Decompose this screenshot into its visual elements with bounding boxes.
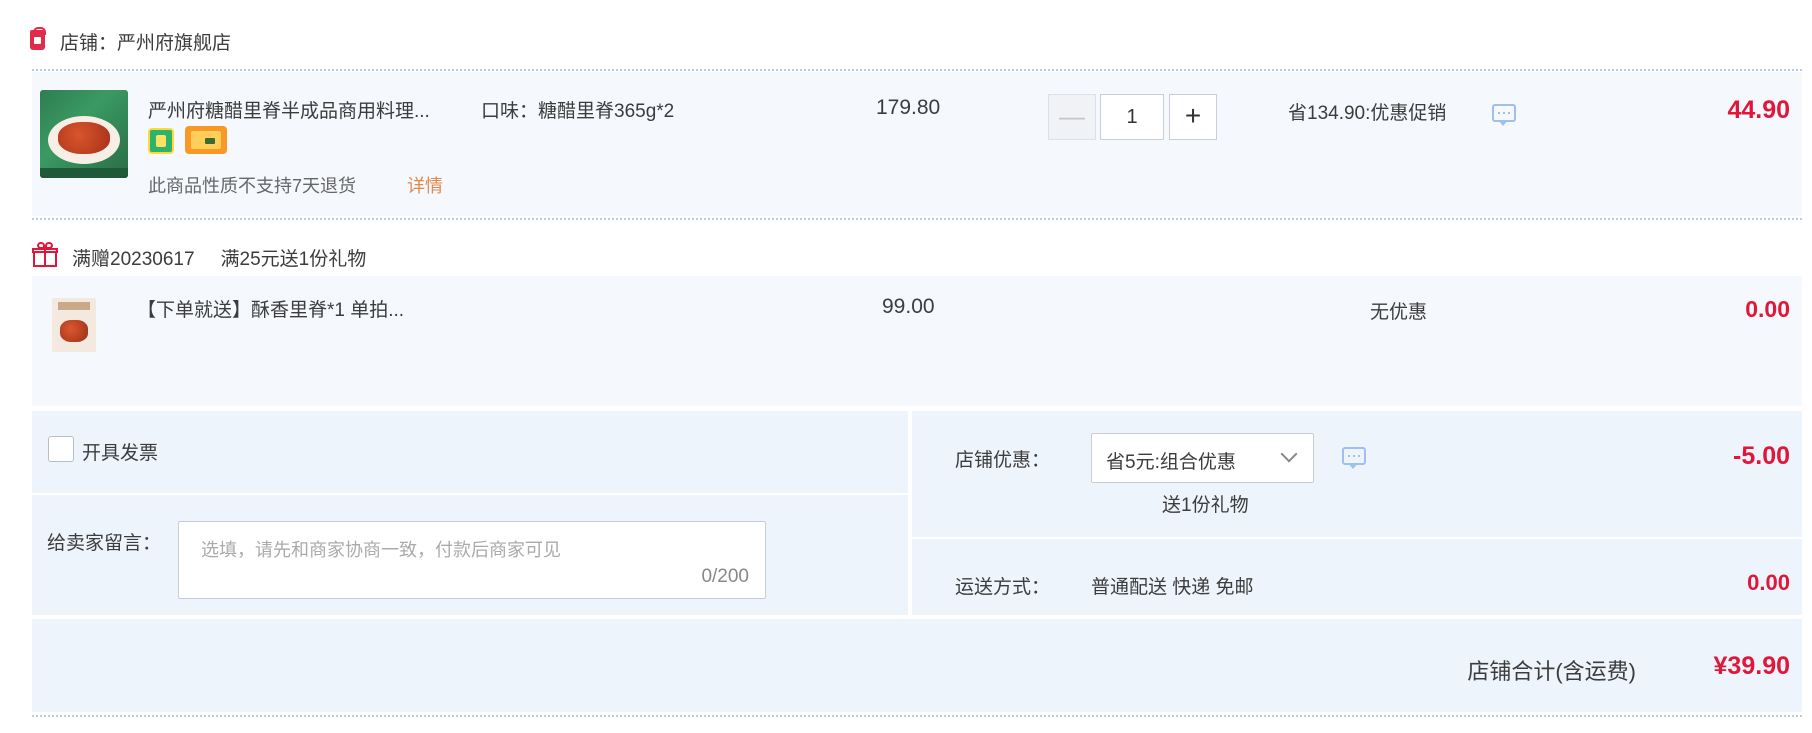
shipping-amount: 0.00 — [1747, 570, 1790, 595]
message-char-counter: 0/200 — [701, 566, 749, 587]
shop-discount-label: 店铺优惠： — [955, 450, 1051, 471]
invoice-panel — [32, 411, 908, 493]
gift-discount-text: 无优惠 — [1370, 302, 1428, 323]
divider — [32, 715, 1802, 717]
gift-promotion: 满赠20230617 满25元送1份礼物 — [72, 244, 392, 271]
message-field[interactable]: 0/200 — [178, 521, 766, 599]
message-input[interactable] — [179, 522, 765, 598]
gift-promo-code: 满赠20230617 — [72, 249, 195, 270]
detail-link[interactable]: 详情 — [407, 172, 443, 198]
shop-icon — [30, 27, 46, 50]
original-price: 179.80 — [876, 96, 941, 119]
service-badge-icon — [148, 128, 174, 154]
quantity-increase-button[interactable]: + — [1169, 94, 1217, 140]
shipping-method: 普通配送 快递 免邮 — [1091, 577, 1254, 598]
card-payment-badge-icon — [185, 126, 227, 154]
product-final-price: 44.90 — [1727, 96, 1790, 124]
shop-discount-panel — [912, 411, 1802, 537]
gift-original-price: 99.00 — [882, 295, 935, 318]
shop-discount-amount: -5.00 — [1733, 442, 1790, 470]
shop-total-value: ¥39.90 — [1713, 652, 1790, 680]
chat-icon[interactable] — [1342, 447, 1366, 469]
quantity-input[interactable]: 1 — [1100, 94, 1164, 140]
divider — [32, 218, 1802, 220]
promo-discount-text: 省134.90:优惠促销 — [1288, 103, 1447, 124]
product-flavor: 口味：糖醋里脊365g*2 — [481, 101, 675, 122]
gift-thumbnail[interactable] — [52, 298, 96, 352]
quantity-decrease-button[interactable]: — — [1048, 94, 1096, 140]
shop-discount-selected: 省5元:组合优惠 — [1106, 452, 1236, 473]
invoice-label[interactable]: 开具发票 — [82, 438, 158, 465]
divider — [32, 69, 1802, 71]
shop-name[interactable]: 店铺：严州府旗舰店 — [60, 28, 231, 55]
gift-item-title[interactable]: 【下单就送】酥香里脊*1 单拍... — [137, 295, 404, 322]
message-label: 给卖家留言： — [47, 533, 162, 554]
gift-final-price: 0.00 — [1745, 296, 1790, 322]
shipping-label: 运送方式： — [955, 577, 1051, 598]
product-thumbnail[interactable] — [40, 90, 128, 178]
gift-promo-desc: 满25元送1份礼物 — [220, 249, 367, 270]
shop-total-label: 店铺合计(含运费) — [1467, 659, 1636, 684]
invoice-checkbox[interactable] — [48, 436, 74, 462]
chat-icon[interactable] — [1492, 104, 1516, 126]
shop-discount-select[interactable]: 省5元:组合优惠 — [1091, 433, 1314, 483]
chevron-down-icon — [1280, 445, 1298, 463]
product-title[interactable]: 严州府糖醋里脊半成品商用料理... — [148, 96, 430, 123]
no-return-notice: 此商品性质不支持7天退货 — [148, 176, 357, 196]
shop-discount-gift-note: 送1份礼物 — [1162, 495, 1249, 516]
gift-icon — [32, 242, 58, 267]
